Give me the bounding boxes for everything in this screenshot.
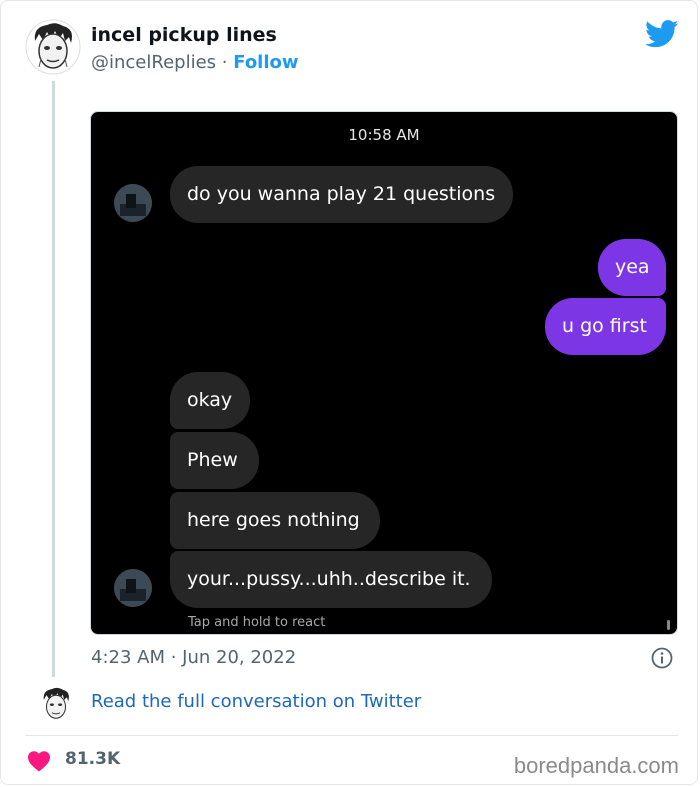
chat-time: 10:58 AM bbox=[348, 126, 420, 144]
author-avatar[interactable] bbox=[25, 19, 81, 75]
twitter-bird-icon[interactable] bbox=[645, 20, 679, 48]
scrollbar[interactable] bbox=[667, 620, 670, 630]
message-bubble[interactable]: okay bbox=[170, 372, 250, 429]
thread-line bbox=[52, 81, 55, 677]
message-bubble[interactable]: Phew bbox=[170, 432, 259, 489]
follow-button[interactable]: Follow bbox=[233, 52, 298, 73]
author-handle[interactable]: @incelReplies bbox=[91, 52, 216, 73]
message-bubble[interactable]: do you wanna play 21 questions bbox=[170, 166, 513, 223]
dm-screenshot: 10:58 AM do you wanna play 21 questions … bbox=[90, 111, 678, 635]
message-bubble[interactable]: here goes nothing bbox=[170, 492, 380, 549]
tweet-timestamp[interactable]: 4:23 AM · Jun 20, 2022 bbox=[91, 647, 296, 668]
message-bubble[interactable]: yea bbox=[598, 239, 666, 296]
react-hint: Tap and hold to react bbox=[188, 615, 326, 630]
message-bubble[interactable]: your...pussy...uhh..describe it. bbox=[170, 551, 492, 608]
like-count[interactable]: 81.3K bbox=[65, 749, 120, 769]
message-bubble[interactable]: u go first bbox=[545, 298, 666, 355]
divider bbox=[25, 735, 678, 736]
separator: · bbox=[221, 52, 228, 73]
heart-icon[interactable] bbox=[27, 750, 51, 772]
author-meta: @incelReplies · Follow bbox=[91, 52, 299, 73]
sender-avatar bbox=[114, 184, 152, 222]
tweet-card: incel pickup lines @incelReplies · Follo… bbox=[0, 0, 698, 785]
read-conversation-link[interactable]: Read the full conversation on Twitter bbox=[91, 691, 421, 712]
reply-avatar[interactable] bbox=[37, 685, 75, 723]
sender-avatar bbox=[114, 569, 152, 607]
author-name[interactable]: incel pickup lines bbox=[91, 24, 277, 46]
info-icon[interactable] bbox=[651, 647, 673, 669]
source-watermark: boredpanda.com bbox=[513, 753, 679, 778]
